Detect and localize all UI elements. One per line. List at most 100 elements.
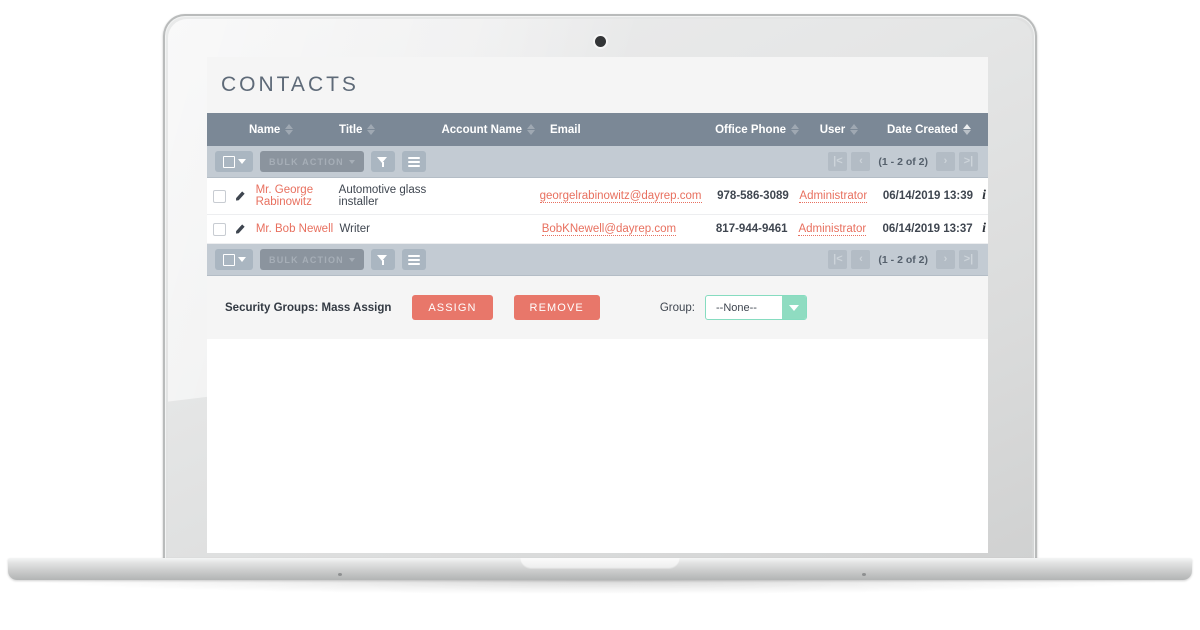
contact-name-link[interactable]: Mr. Bob Newell [256,223,333,235]
sort-icon[interactable] [527,124,536,135]
sort-icon[interactable] [285,124,294,135]
cell-name: Mr. George Rabinowitz [254,184,337,208]
row-checkbox-cell [207,222,232,236]
pagination-last-button[interactable]: >| [959,250,978,269]
group-select-arrow[interactable] [782,296,806,319]
filter-button[interactable] [370,249,395,270]
group-select-value: --None-- [716,301,757,314]
cell-name: Mr. Bob Newell [254,223,338,235]
row-edit-cell [232,189,253,203]
checkbox-icon [222,155,235,168]
column-header-name[interactable]: Name [247,124,337,136]
table-toolbar-top: BULK ACTION |< ‹ (1 - 2 of 2) › >| [207,146,988,178]
pagination-range-label: (1 - 2 of 2) [878,253,928,266]
pagination-prev-button[interactable]: ‹ [851,250,871,269]
table-toolbar-bottom: BULK ACTION |< ‹ (1 - 2 of 2) › >| [207,244,988,276]
pagination-next-button[interactable]: › [936,152,955,171]
laptop-base-foot [862,573,866,576]
laptop-screen: CONTACTS Name Title Account Name Email O… [207,57,988,553]
cell-date-created: 06/14/2019 13:39 [882,190,974,202]
laptop-base-foot [338,573,342,576]
pagination-first-button[interactable]: |< [828,152,848,171]
column-header-user[interactable]: User [802,124,877,136]
chevron-down-icon [348,257,355,262]
assign-button[interactable]: ASSIGN [412,295,493,320]
security-groups-mass-assign-bar: Security Groups: Mass Assign ASSIGN REMO… [207,276,988,339]
info-icon[interactable]: i [982,221,986,236]
column-header-name-label: Name [249,123,281,136]
table-row[interactable]: Mr. Bob Newell Writer BobKNewell@dayrep.… [207,215,988,244]
chevron-down-icon [237,159,246,164]
column-header-account-name[interactable]: Account Name [432,124,538,136]
sort-icon-active[interactable] [962,124,972,135]
column-header-date-created-label: Date Created [887,123,958,136]
column-header-title[interactable]: Title [337,124,432,136]
webcam-icon [595,36,606,47]
info-icon[interactable]: i [982,188,986,203]
bulk-action-button[interactable]: BULK ACTION [260,249,364,270]
remove-button[interactable]: REMOVE [513,295,600,320]
cell-title: Automotive glass installer [338,184,427,208]
pagination-bottom: |< ‹ (1 - 2 of 2) › >| [828,250,980,269]
bulk-action-label: BULK ACTION [269,254,344,265]
pagination-next-button[interactable]: › [936,250,955,269]
column-chooser-button[interactable] [401,249,426,270]
column-header-date-created[interactable]: Date Created [877,124,974,136]
laptop-drop-shadow [40,580,1160,594]
email-link[interactable]: BobKNewell@dayrep.com [541,223,677,236]
edit-pencil-icon[interactable] [236,189,250,203]
cell-office-phone: 817-944-9461 [715,223,788,235]
row-edit-cell [232,222,253,236]
user-link[interactable]: Administrator [798,223,867,236]
column-chooser-button[interactable] [401,151,426,172]
list-icon [407,254,420,265]
select-all-dropdown-button[interactable] [215,249,253,270]
contacts-app: CONTACTS Name Title Account Name Email O… [207,57,988,553]
screenshot-stage: CONTACTS Name Title Account Name Email O… [0,0,1200,630]
edit-pencil-icon[interactable] [236,222,250,236]
cell-office-phone: 978-586-3089 [717,190,789,202]
user-link[interactable]: Administrator [799,190,868,203]
column-header-title-label: Title [339,123,363,136]
cell-email: BobKNewell@dayrep.com [540,223,681,236]
cell-date-created: 06/14/2019 13:37 [882,223,973,235]
mass-assign-label: Security Groups: Mass Assign [225,301,392,314]
pagination-first-button[interactable]: |< [828,250,848,269]
bulk-action-button[interactable]: BULK ACTION [260,151,364,172]
cell-email: georgelrabinowitz@dayrep.com [538,190,702,203]
column-header-office-phone[interactable]: Office Phone [682,124,802,136]
column-header-email-label: Email [550,123,581,136]
column-header-user-label: User [819,123,846,136]
funnel-icon [377,156,388,167]
page-title: CONTACTS [221,73,359,96]
group-select[interactable]: --None-- [705,295,807,320]
select-all-dropdown-button[interactable] [215,151,253,172]
cell-title: Writer [339,223,370,235]
checkbox-icon [222,253,235,266]
column-header-account-name-label: Account Name [441,123,522,136]
pagination-prev-button[interactable]: ‹ [851,152,871,171]
pagination-last-button[interactable]: >| [959,152,978,171]
cell-user: Administrator [791,190,876,203]
email-link[interactable]: georgelrabinowitz@dayrep.com [539,190,702,203]
page-header: CONTACTS [207,57,988,113]
cell-user: Administrator [790,223,876,236]
row-checkbox[interactable] [213,189,227,203]
sort-icon[interactable] [850,124,859,135]
filter-button[interactable] [370,151,395,172]
sort-icon[interactable] [791,124,800,135]
cell-info: i [980,188,988,204]
table-header-row: Name Title Account Name Email Office Pho… [207,113,988,146]
sort-icon[interactable] [367,124,376,135]
table-row[interactable]: Mr. George Rabinowitz Automotive glass i… [207,178,988,215]
chevron-down-icon [237,257,246,262]
list-icon [407,156,420,167]
column-header-email[interactable]: Email [538,124,682,136]
contact-name-link[interactable]: Mr. George Rabinowitz [256,184,314,208]
column-header-office-phone-label: Office Phone [715,123,786,136]
group-label: Group: [659,301,695,314]
bulk-action-label: BULK ACTION [269,156,344,167]
laptop-base-notch [520,558,680,569]
row-checkbox[interactable] [213,222,227,236]
pagination-range-label: (1 - 2 of 2) [878,155,928,168]
